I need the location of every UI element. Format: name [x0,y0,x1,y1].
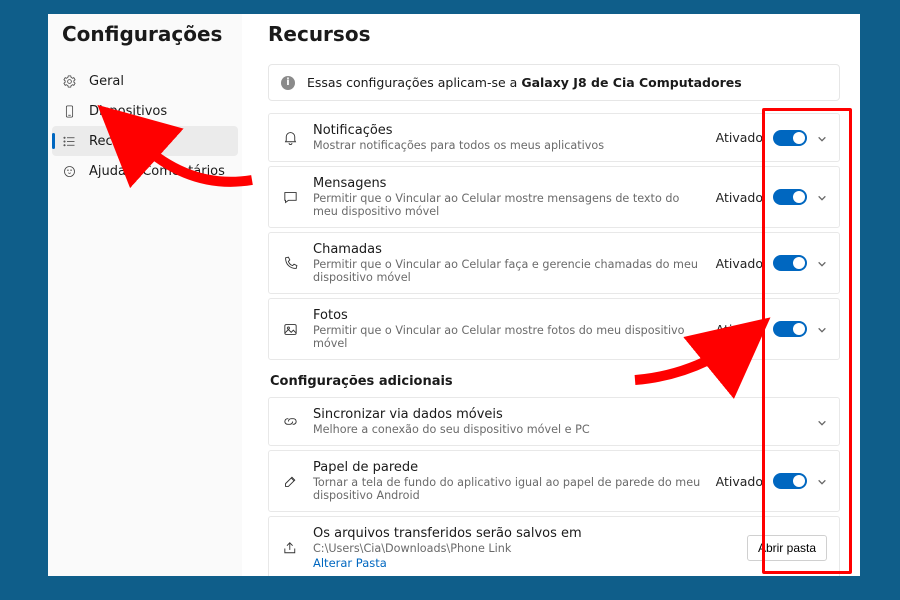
phone-call-icon [281,254,299,272]
sidebar: Configurações Geral Dispositivos Recurso… [48,14,242,576]
row-title: Chamadas [313,242,702,257]
sidebar-title: Configurações [62,22,242,46]
chevron-down-icon[interactable] [817,324,827,334]
toggle-label: Ativado [716,190,763,205]
toggle-mensagens[interactable] [773,189,807,205]
toggle-label: Ativado [716,474,763,489]
row-title: Os arquivos transferidos serão salvos em [313,526,733,541]
phone-icon [62,104,77,119]
row-notificacoes[interactable]: Notificações Mostrar notificações para t… [268,113,840,162]
row-title: Papel de parede [313,460,702,475]
section-header-additional: Configurações adicionais [270,374,840,389]
info-icon: i [281,76,295,90]
row-desc: Permitir que o Vincular ao Celular mostr… [313,192,702,218]
page-title: Recursos [268,22,840,46]
toggle-fotos[interactable] [773,321,807,337]
row-title: Sincronizar via dados móveis [313,407,803,422]
row-desc: Permitir que o Vincular ao Celular faça … [313,258,702,284]
link-icon [281,413,299,431]
row-wallpaper[interactable]: Papel de parede Tornar a tela de fundo d… [268,450,840,512]
row-title: Fotos [313,308,702,323]
sidebar-item-geral[interactable]: Geral [48,66,242,96]
chevron-down-icon[interactable] [817,417,827,427]
toggle-label: Ativado [716,322,763,337]
toggle-notificacoes[interactable] [773,130,807,146]
sidebar-item-label: Ajuda e Comentários [89,164,225,179]
row-title: Notificações [313,123,702,138]
row-chamadas[interactable]: Chamadas Permitir que o Vincular ao Celu… [268,232,840,294]
toggle-chamadas[interactable] [773,255,807,271]
feedback-icon [62,164,77,179]
toggle-wallpaper[interactable] [773,473,807,489]
open-folder-button[interactable]: Abrir pasta [747,535,827,561]
app-window: Configurações Geral Dispositivos Recurso… [48,14,860,576]
chevron-down-icon[interactable] [817,192,827,202]
change-folder-link[interactable]: Alterar Pasta [313,556,733,570]
chat-icon [281,188,299,206]
brush-icon [281,472,299,490]
row-desc: Mostrar notificações para todos os meus … [313,139,702,152]
bell-icon [281,129,299,147]
info-text: Essas configurações aplicam-se a Galaxy … [307,75,742,90]
row-fotos[interactable]: Fotos Permitir que o Vincular ao Celular… [268,298,840,360]
chevron-down-icon[interactable] [817,258,827,268]
row-title: Mensagens [313,176,702,191]
toggle-label: Ativado [716,256,763,271]
main-panel: Recursos i Essas configurações aplicam-s… [242,14,860,576]
gear-icon [62,74,77,89]
sidebar-item-dispositivos[interactable]: Dispositivos [48,96,242,126]
toggle-label: Ativado [716,130,763,145]
chevron-down-icon[interactable] [817,133,827,143]
row-path: C:\Users\Cia\Downloads\Phone Link [313,542,733,555]
sidebar-item-label: Dispositivos [89,104,167,119]
row-files[interactable]: Os arquivos transferidos serão salvos em… [268,516,840,576]
image-icon [281,320,299,338]
row-sincronizar[interactable]: Sincronizar via dados móveis Melhore a c… [268,397,840,446]
list-icon [62,134,77,149]
share-icon [281,539,299,557]
row-desc: Permitir que o Vincular ao Celular mostr… [313,324,702,350]
sidebar-item-label: Geral [89,74,124,89]
chevron-down-icon[interactable] [817,476,827,486]
sidebar-item-ajuda[interactable]: Ajuda e Comentários [48,156,242,186]
row-desc: Tornar a tela de fundo do aplicativo igu… [313,476,702,502]
info-banner: i Essas configurações aplicam-se a Galax… [268,64,840,101]
sidebar-item-label: Recursos [89,134,148,149]
row-desc: Melhore a conexão do seu dispositivo móv… [313,423,803,436]
sidebar-item-recursos[interactable]: Recursos [52,126,238,156]
row-mensagens[interactable]: Mensagens Permitir que o Vincular ao Cel… [268,166,840,228]
